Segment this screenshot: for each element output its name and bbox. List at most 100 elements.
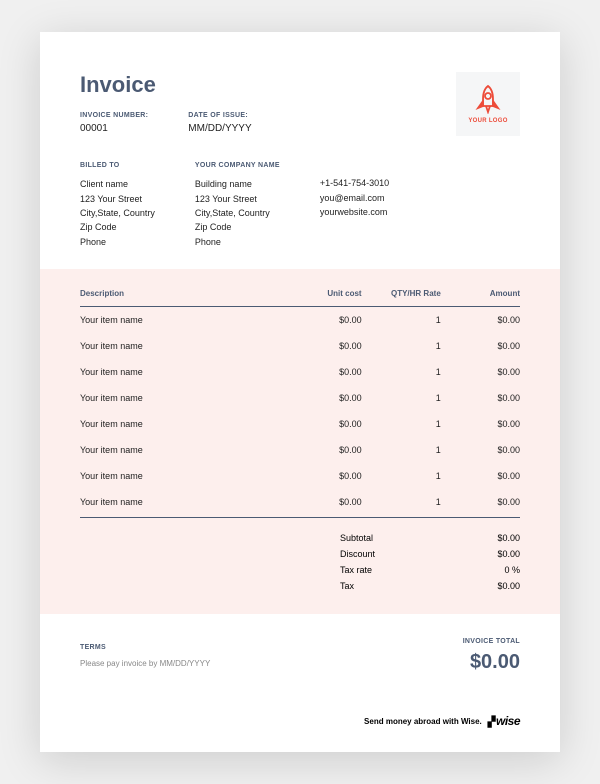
cell-desc: Your item name (80, 385, 282, 411)
cell-desc: Your item name (80, 359, 282, 385)
contact-line: +1-541-754-3010 (320, 176, 389, 190)
col-unit-cost: Unit cost (282, 289, 361, 307)
subtotal-value: $0.00 (470, 533, 520, 543)
invoice-title: Invoice (80, 72, 252, 98)
contact-line: yourwebsite.com (320, 205, 389, 219)
footer-row: TERMS Please pay invoice by MM/DD/YYYY I… (80, 638, 520, 674)
totals-block: Subtotal $0.00 Discount $0.00 Tax rate 0… (80, 517, 520, 594)
billed-to-line: City,State, Country (80, 206, 155, 220)
cell-amount: $0.00 (441, 307, 520, 334)
cell-unit: $0.00 (282, 307, 361, 334)
invoice-number-label: INVOICE NUMBER: (80, 112, 148, 119)
table-row: Your item name$0.001$0.00 (80, 359, 520, 385)
items-section: Description Unit cost QTY/HR Rate Amount… (40, 269, 560, 614)
date-value: MM/DD/YYYY (188, 123, 251, 134)
tax-value: $0.00 (470, 581, 520, 591)
company-line: Building name (195, 177, 280, 191)
company-label: YOUR COMPANY NAME (195, 160, 280, 171)
cell-qty: 1 (362, 359, 441, 385)
cell-unit: $0.00 (282, 411, 361, 437)
cell-qty: 1 (362, 489, 441, 517)
billed-to-block: BILLED TO Client name 123 Your Street Ci… (80, 160, 155, 249)
info-row: BILLED TO Client name 123 Your Street Ci… (80, 160, 520, 249)
table-row: Your item name$0.001$0.00 (80, 489, 520, 517)
table-row: Your item name$0.001$0.00 (80, 437, 520, 463)
cell-qty: 1 (362, 333, 441, 359)
cell-desc: Your item name (80, 307, 282, 334)
terms-block: TERMS Please pay invoice by MM/DD/YYYY (80, 644, 210, 668)
invoice-total-label: INVOICE TOTAL (463, 638, 520, 645)
company-block: YOUR COMPANY NAME Building name 123 Your… (195, 160, 280, 249)
table-header-row: Description Unit cost QTY/HR Rate Amount (80, 289, 520, 307)
wise-name: wise (496, 714, 520, 728)
table-row: Your item name$0.001$0.00 (80, 463, 520, 489)
table-row: Your item name$0.001$0.00 (80, 385, 520, 411)
invoice-page: Invoice INVOICE NUMBER: 00001 DATE OF IS… (40, 32, 560, 752)
taxrate-label: Tax rate (340, 565, 410, 575)
cell-qty: 1 (362, 385, 441, 411)
logo-text: YOUR LOGO (468, 118, 507, 124)
cell-qty: 1 (362, 411, 441, 437)
cell-desc: Your item name (80, 463, 282, 489)
cell-desc: Your item name (80, 489, 282, 517)
cell-desc: Your item name (80, 437, 282, 463)
subtotal-label: Subtotal (340, 533, 410, 543)
wise-flag-icon: ▞ (488, 717, 495, 728)
invoice-number-value: 00001 (80, 123, 148, 134)
date-label: DATE OF ISSUE: (188, 112, 251, 119)
taxrate-value: 0 % (470, 565, 520, 575)
tax-label: Tax (340, 581, 410, 591)
items-table: Description Unit cost QTY/HR Rate Amount… (80, 289, 520, 517)
cell-amount: $0.00 (441, 359, 520, 385)
billed-to-label: BILLED TO (80, 160, 155, 171)
cell-amount: $0.00 (441, 385, 520, 411)
contact-block: +1-541-754-3010 you@email.com yourwebsit… (320, 176, 389, 249)
terms-text: Please pay invoice by MM/DD/YYYY (80, 659, 210, 668)
cell-unit: $0.00 (282, 437, 361, 463)
cell-unit: $0.00 (282, 333, 361, 359)
cell-amount: $0.00 (441, 333, 520, 359)
cell-unit: $0.00 (282, 385, 361, 411)
discount-label: Discount (340, 549, 410, 559)
cell-amount: $0.00 (441, 411, 520, 437)
cell-amount: $0.00 (441, 489, 520, 517)
table-row: Your item name$0.001$0.00 (80, 333, 520, 359)
table-row: Your item name$0.001$0.00 (80, 307, 520, 334)
cell-unit: $0.00 (282, 359, 361, 385)
invoice-total-block: INVOICE TOTAL $0.00 (463, 638, 520, 674)
rocket-icon (474, 84, 502, 114)
company-line: City,State, Country (195, 206, 280, 220)
taxrate-row: Tax rate 0 % (80, 562, 520, 578)
subtotal-row: Subtotal $0.00 (80, 530, 520, 546)
discount-row: Discount $0.00 (80, 546, 520, 562)
logo-placeholder: YOUR LOGO (456, 72, 520, 136)
billed-to-line: Zip Code (80, 220, 155, 234)
date-block: DATE OF ISSUE: MM/DD/YYYY (188, 112, 251, 134)
terms-label: TERMS (80, 644, 210, 651)
col-qty: QTY/HR Rate (362, 289, 441, 307)
cell-unit: $0.00 (282, 489, 361, 517)
tax-row: Tax $0.00 (80, 578, 520, 594)
cell-unit: $0.00 (282, 463, 361, 489)
cell-amount: $0.00 (441, 463, 520, 489)
discount-value: $0.00 (470, 549, 520, 559)
cell-qty: 1 (362, 307, 441, 334)
brand-row: Send money abroad with Wise. ▞wise (80, 714, 520, 728)
company-line: Zip Code (195, 220, 280, 234)
invoice-total-amount: $0.00 (463, 651, 520, 674)
contact-line: you@email.com (320, 191, 389, 205)
invoice-number-block: INVOICE NUMBER: 00001 (80, 112, 148, 134)
meta-row: INVOICE NUMBER: 00001 DATE OF ISSUE: MM/… (80, 112, 252, 134)
header-left: Invoice INVOICE NUMBER: 00001 DATE OF IS… (80, 72, 252, 134)
cell-amount: $0.00 (441, 437, 520, 463)
billed-to-line: Client name (80, 177, 155, 191)
cell-desc: Your item name (80, 411, 282, 437)
billed-to-line: 123 Your Street (80, 192, 155, 206)
header-row: Invoice INVOICE NUMBER: 00001 DATE OF IS… (80, 72, 520, 136)
billed-to-line: Phone (80, 235, 155, 249)
cell-qty: 1 (362, 463, 441, 489)
cell-desc: Your item name (80, 333, 282, 359)
col-amount: Amount (441, 289, 520, 307)
wise-logo: ▞wise (488, 714, 520, 728)
company-line: 123 Your Street (195, 192, 280, 206)
